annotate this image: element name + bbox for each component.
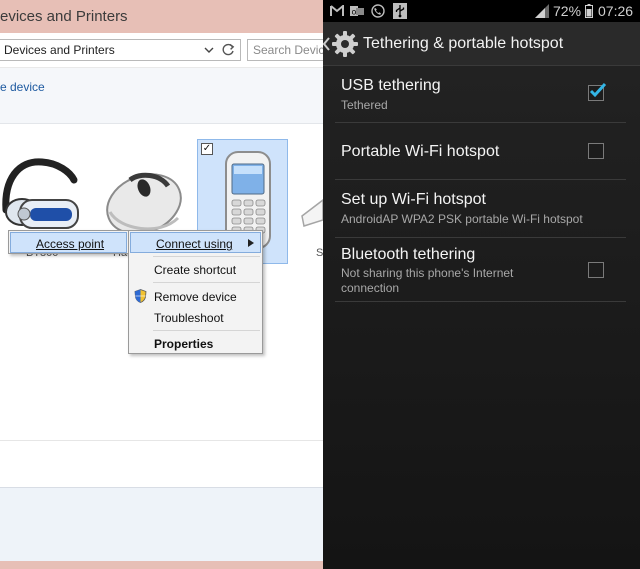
status-bar: o 72% 07:26 bbox=[323, 0, 640, 22]
device-icon bbox=[301, 199, 323, 227]
window-title-bar[interactable]: evices and Printers bbox=[0, 0, 323, 33]
svg-text:o: o bbox=[352, 8, 357, 17]
menu-separator bbox=[153, 330, 260, 331]
menu-item-connect-using[interactable]: Connect using bbox=[130, 232, 261, 253]
setting-summary: Tethered bbox=[341, 98, 388, 112]
search-input[interactable]: Search Devices bbox=[247, 39, 323, 61]
setting-usb-tethering[interactable]: USB tethering Tethered bbox=[335, 66, 626, 123]
setting-bluetooth-tethering[interactable]: Bluetooth tethering Not sharing this pho… bbox=[335, 238, 626, 302]
mouse-icon bbox=[106, 172, 182, 235]
devices-lower-area bbox=[0, 440, 323, 487]
refresh-icon[interactable] bbox=[220, 42, 236, 58]
gmail-icon bbox=[330, 5, 344, 16]
submenu-arrow-icon bbox=[248, 239, 254, 247]
search-placeholder: Search Devices bbox=[253, 43, 323, 57]
window-title: evices and Printers bbox=[0, 8, 128, 25]
action-bar: Tethering & portable hotspot bbox=[323, 22, 640, 66]
setting-summary: Not sharing this phone's Internet connec… bbox=[341, 266, 514, 295]
address-bar[interactable]: Devices and Printers bbox=[0, 39, 241, 61]
back-chevron-icon[interactable] bbox=[323, 37, 331, 51]
phone-call-icon bbox=[371, 4, 385, 18]
address-text: Devices and Printers bbox=[4, 43, 115, 57]
chevron-down-icon[interactable] bbox=[204, 45, 214, 55]
menu-item-remove-device-label: Remove device bbox=[154, 290, 237, 304]
menu-item-troubleshoot[interactable]: Troubleshoot bbox=[129, 307, 262, 328]
menu-item-properties-label: Properties bbox=[154, 337, 214, 351]
outlook-icon: o bbox=[350, 6, 364, 17]
portable-hotspot-checkbox[interactable] bbox=[588, 143, 604, 159]
window-bottom-border bbox=[0, 561, 323, 569]
shield-icon bbox=[134, 289, 147, 303]
add-device-link[interactable]: e device bbox=[0, 80, 45, 94]
menu-item-access-point-label: Access point bbox=[36, 237, 105, 251]
signal-icon bbox=[535, 4, 549, 18]
bluetooth-tethering-checkbox[interactable] bbox=[588, 262, 604, 278]
address-toolbar: Devices and Printers Search Devices bbox=[0, 33, 323, 68]
headset-icon bbox=[2, 158, 79, 229]
setting-summary: AndroidAP WPA2 PSK portable Wi-Fi hotspo… bbox=[341, 212, 583, 226]
page-title: Tethering & portable hotspot bbox=[363, 35, 564, 52]
devices-and-printers-window: evices and Printers Devices and Printers… bbox=[0, 0, 323, 569]
battery-icon bbox=[585, 4, 593, 18]
menu-item-troubleshoot-label: Troubleshoot bbox=[154, 311, 224, 325]
menu-item-create-shortcut[interactable]: Create shortcut bbox=[129, 259, 262, 280]
usb-tethering-checkbox[interactable] bbox=[588, 82, 607, 101]
setting-title: Portable Wi-Fi hotspot bbox=[341, 143, 500, 160]
menu-item-properties[interactable]: Properties bbox=[129, 333, 262, 354]
setting-title: Set up Wi-Fi hotspot bbox=[341, 191, 486, 208]
select-checkbox[interactable]: ✓ bbox=[201, 143, 213, 155]
clock: 07:26 bbox=[598, 3, 634, 19]
details-pane bbox=[0, 487, 323, 561]
menu-item-create-shortcut-label: Create shortcut bbox=[154, 263, 237, 277]
setting-title: USB tethering bbox=[341, 77, 441, 94]
menu-separator bbox=[153, 256, 260, 257]
command-bar: e device bbox=[0, 68, 323, 124]
device-label-partial: S bbox=[316, 247, 323, 259]
menu-separator bbox=[153, 282, 260, 283]
connect-using-submenu: Access point bbox=[8, 230, 129, 254]
battery-percent: 72% bbox=[553, 3, 582, 19]
usb-icon bbox=[393, 3, 407, 19]
setting-title: Bluetooth tethering bbox=[341, 246, 476, 263]
checkmark-icon bbox=[589, 82, 607, 98]
settings-gear-icon[interactable] bbox=[332, 31, 358, 57]
setting-setup-wifi-hotspot[interactable]: Set up Wi-Fi hotspot AndroidAP WPA2 PSK … bbox=[335, 180, 626, 238]
menu-item-access-point[interactable]: Access point bbox=[10, 232, 127, 253]
device-context-menu: Connect using Create shortcut Remove dev… bbox=[128, 230, 263, 354]
menu-item-remove-device[interactable]: Remove device bbox=[129, 286, 262, 307]
android-tethering-screen: o 72% 07:26 Tethering & portable hotspot… bbox=[323, 0, 640, 569]
setting-portable-wifi-hotspot[interactable]: Portable Wi-Fi hotspot bbox=[335, 123, 626, 180]
menu-item-connect-using-label: Connect using bbox=[156, 237, 233, 251]
